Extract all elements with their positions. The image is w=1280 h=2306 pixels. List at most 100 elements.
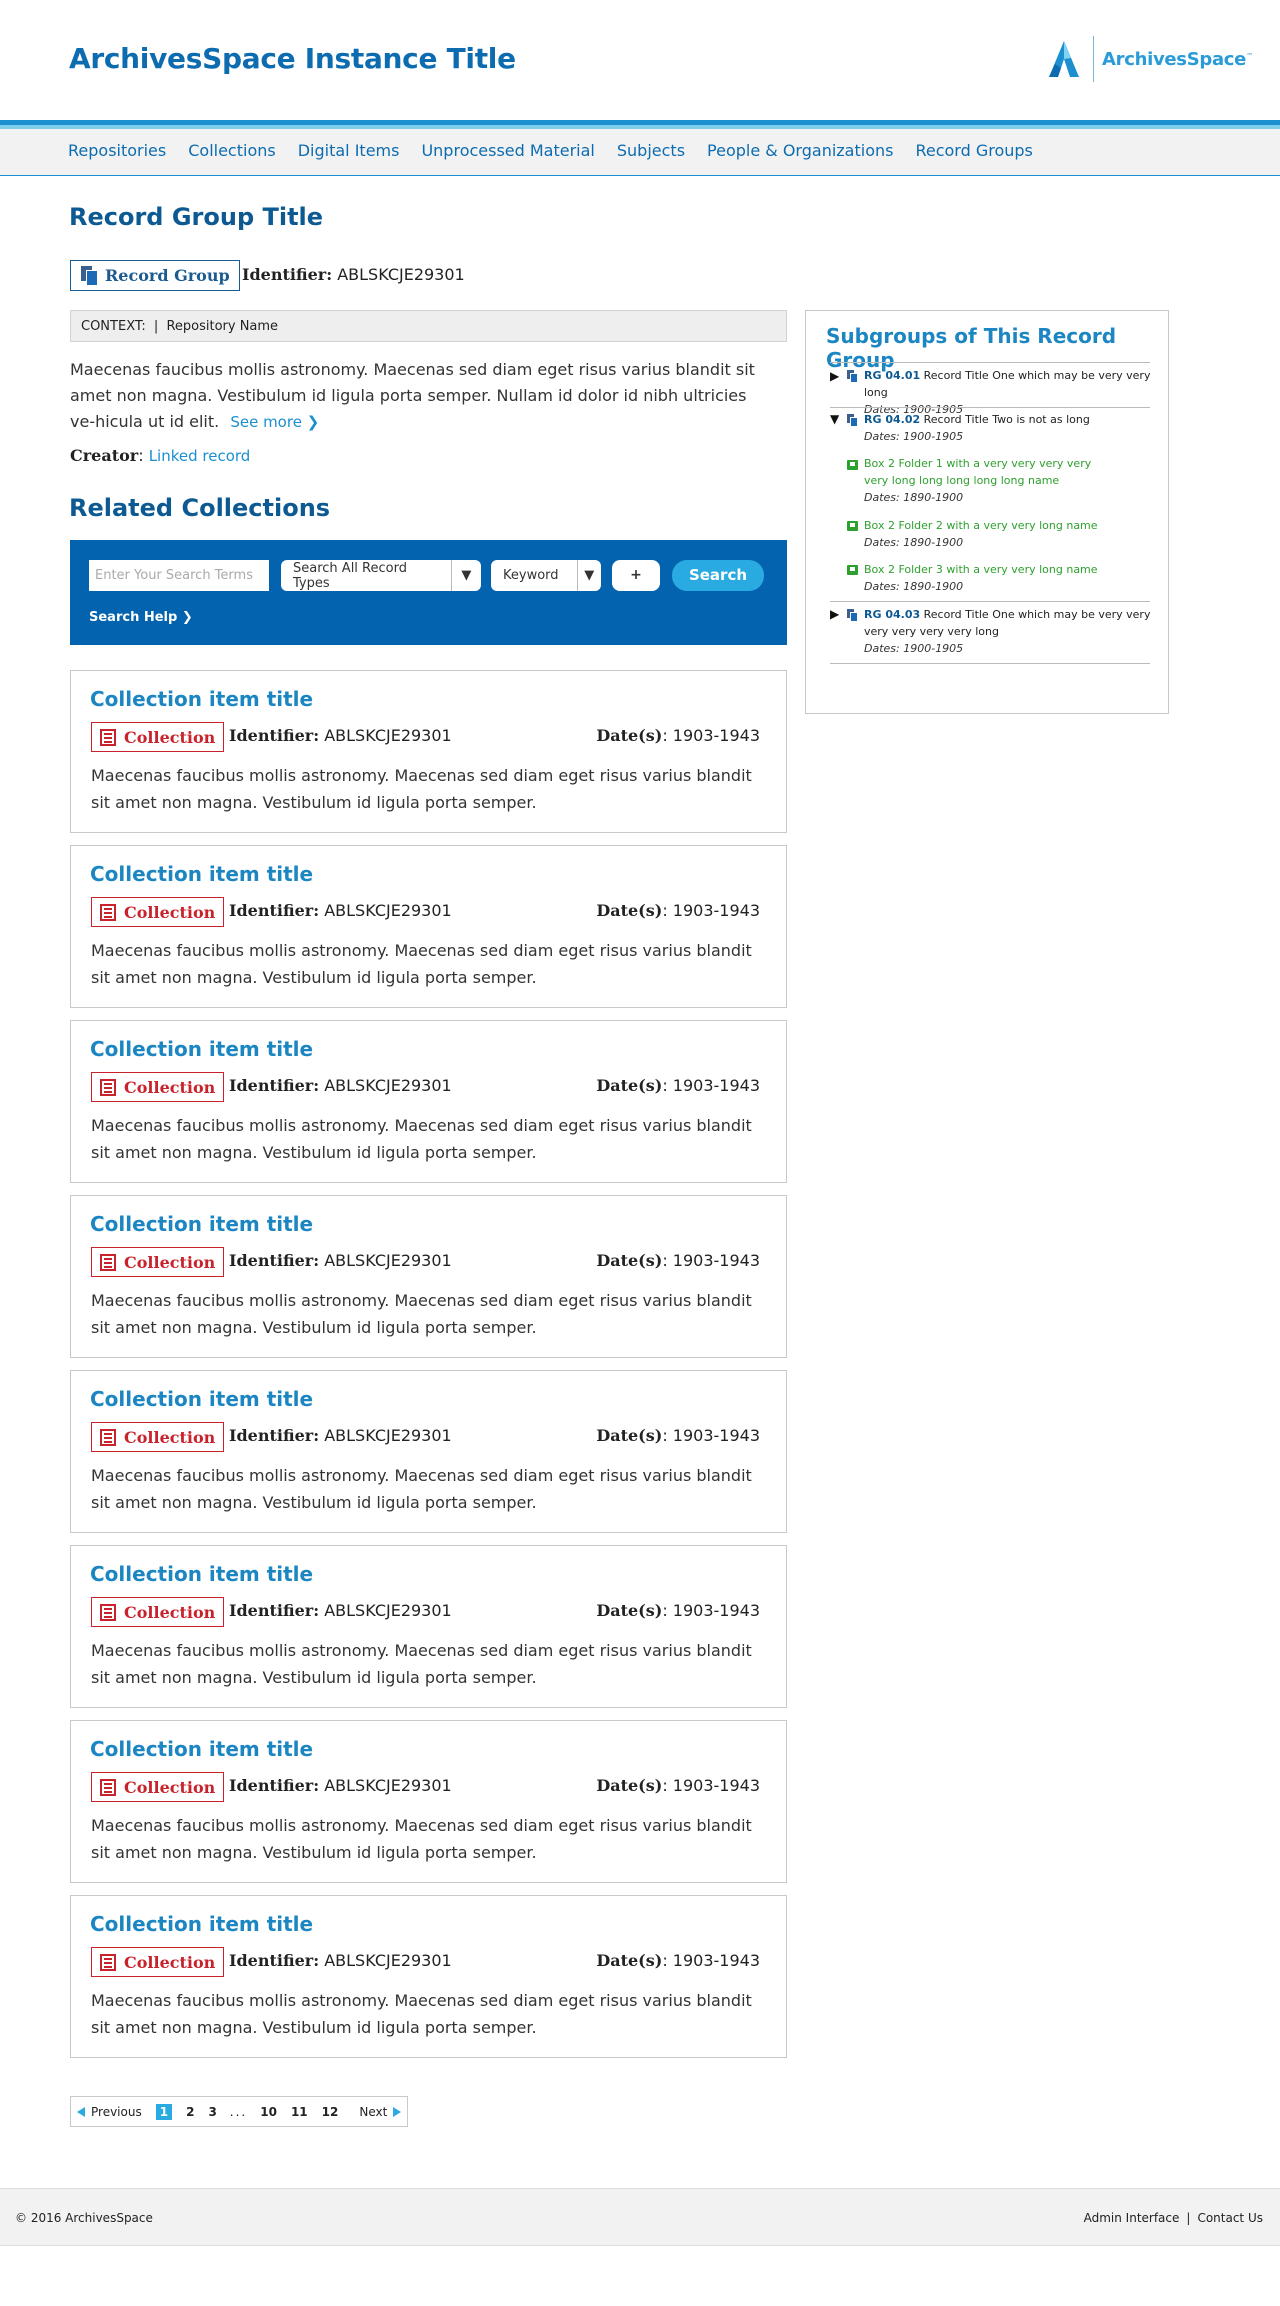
page-2[interactable]: 2 xyxy=(186,2105,194,2119)
record-description: Maecenas faucibus mollis astronomy. Maec… xyxy=(70,357,770,435)
tree-node-box-2-folder-1[interactable]: Box 2 Folder 1 with a very very very ver… xyxy=(864,455,1104,506)
tree-node-rg-04-02[interactable]: RG 04.02 Record Title Two is not as long… xyxy=(864,411,1154,445)
collection-identifier: Identifier: ABLSKCJE29301 xyxy=(229,1601,452,1620)
collection-title[interactable]: Collection item title xyxy=(90,687,313,711)
collection-title[interactable]: Collection item title xyxy=(90,1912,313,1936)
page-12[interactable]: 12 xyxy=(322,2105,339,2119)
dates-label: Date(s) xyxy=(596,1951,663,1970)
collection-list-icon xyxy=(100,1953,116,1971)
dates-value: : 1903-1943 xyxy=(662,1776,760,1795)
collection-badge: Collection xyxy=(91,1072,225,1102)
subgroups-sidebar: Subgroups of This Record Group ▶ RG 04.0… xyxy=(805,310,1169,714)
collection-description: Maecenas faucibus mollis astronomy. Maec… xyxy=(91,1291,752,1337)
dates-label: Date(s) xyxy=(596,726,663,745)
collection-title[interactable]: Collection item title xyxy=(90,1562,313,1586)
collection-title[interactable]: Collection item title xyxy=(90,1212,313,1236)
chevron-down-icon: ▼ xyxy=(576,560,601,591)
nav-subjects[interactable]: Subjects xyxy=(617,141,685,160)
dates-label: Date(s) xyxy=(596,1251,663,1270)
tree-node-box-2-folder-3[interactable]: Box 2 Folder 3 with a very very long nam… xyxy=(864,561,1134,595)
previous-page-button[interactable]: Previous xyxy=(77,2105,142,2119)
record-group-badge-label: Record Group xyxy=(105,266,230,285)
record-group-icon xyxy=(847,370,857,382)
dates-value: : 1903-1943 xyxy=(662,1251,760,1270)
previous-label: Previous xyxy=(91,2104,142,2119)
page-3[interactable]: 3 xyxy=(208,2105,216,2119)
identifier-value: ABLSKCJE29301 xyxy=(324,901,452,920)
page-11[interactable]: 11 xyxy=(291,2105,308,2119)
dates-label: Date(s) xyxy=(596,1426,663,1445)
nav-collections[interactable]: Collections xyxy=(188,141,275,160)
collection-title[interactable]: Collection item title xyxy=(90,1387,313,1411)
dates-label: Date(s) xyxy=(596,1776,663,1795)
subgroups-title: Subgroups of This Record Group xyxy=(826,324,1117,372)
collection-title[interactable]: Collection item title xyxy=(90,1037,313,1061)
collapse-toggle-icon[interactable]: ▼ xyxy=(830,412,839,426)
identifier-value: ABLSKCJE29301 xyxy=(324,1251,452,1270)
record-identifier: Identifier: ABLSKCJE29301 xyxy=(242,265,465,284)
collection-dates: Date(s): 1903-1943 xyxy=(596,1951,760,1970)
collection-card[interactable]: Collection item title Collection Identifie… xyxy=(70,670,787,833)
collection-card[interactable]: Collection item title Collection Identifie… xyxy=(70,1895,787,2058)
record-group-badge: Record Group xyxy=(70,260,240,291)
search-field-select[interactable]: Keyword ▼ xyxy=(491,560,601,591)
page-10[interactable]: 10 xyxy=(260,2105,277,2119)
nav-record-groups[interactable]: Record Groups xyxy=(915,141,1032,160)
collection-dates: Date(s): 1903-1943 xyxy=(596,901,760,920)
creator-link[interactable]: Linked record xyxy=(149,447,251,465)
expand-toggle-icon[interactable]: ▶ xyxy=(830,369,839,383)
chevron-down-icon: ▼ xyxy=(450,560,481,591)
collection-identifier: Identifier: ABLSKCJE29301 xyxy=(229,1426,452,1445)
collection-badge: Collection xyxy=(91,1947,225,1977)
tree-node-dates: Dates: 1890-1900 xyxy=(864,491,964,504)
collection-list-icon xyxy=(100,1253,116,1271)
record-type-select[interactable]: Search All Record Types ▼ xyxy=(281,560,481,591)
collection-identifier: Identifier: ABLSKCJE29301 xyxy=(229,901,452,920)
site-title[interactable]: ArchivesSpace Instance Title xyxy=(69,42,516,75)
collection-list-icon xyxy=(100,728,116,746)
add-search-row-button[interactable]: + xyxy=(612,560,660,591)
identifier-value: ABLSKCJE29301 xyxy=(337,265,465,284)
collection-title[interactable]: Collection item title xyxy=(90,862,313,886)
collection-badge-label: Collection xyxy=(124,1777,216,1797)
page-1[interactable]: 1 xyxy=(155,2103,173,2120)
collection-card[interactable]: Collection item title Collection Identifie… xyxy=(70,1020,787,1183)
tree-node-box-2-folder-2[interactable]: Box 2 Folder 2 with a very very long nam… xyxy=(864,517,1134,551)
collection-card[interactable]: Collection item title Collection Identifie… xyxy=(70,1720,787,1883)
box-icon xyxy=(847,521,858,531)
tree-node-rg-04-03[interactable]: RG 04.03 Record Title One which may be v… xyxy=(864,606,1154,657)
collection-title[interactable]: Collection item title xyxy=(90,1737,313,1761)
search-input[interactable] xyxy=(89,560,269,591)
description-text: Maecenas faucibus mollis astronomy. Maec… xyxy=(70,360,755,431)
collection-list-icon xyxy=(100,903,116,921)
collection-card[interactable]: Collection item title Collection Identifie… xyxy=(70,1545,787,1708)
footer-links: Admin Interface | Contact Us xyxy=(1084,2211,1263,2225)
archivesspace-logo[interactable]: ArchivesSpace™ xyxy=(1045,34,1253,84)
next-page-button[interactable]: Next xyxy=(359,2105,402,2119)
tree-node-title: Box 2 Folder 1 with a very very very ver… xyxy=(864,457,1092,487)
pagination: Previous 1 2 3 ... 10 11 12 Next xyxy=(70,2096,409,2127)
nav-repositories[interactable]: Repositories xyxy=(68,141,166,160)
contact-us-link[interactable]: Contact Us xyxy=(1197,2211,1263,2225)
nav-unprocessed-material[interactable]: Unprocessed Material xyxy=(421,141,594,160)
record-group-icon xyxy=(847,609,857,621)
logo-divider xyxy=(1093,36,1094,82)
context-repository[interactable]: Repository Name xyxy=(166,319,278,334)
expand-toggle-icon[interactable]: ▶ xyxy=(830,607,839,621)
creator-row: Creator: Linked record xyxy=(70,446,250,465)
see-more-link[interactable]: See more ❯ xyxy=(230,413,319,431)
collection-description: Maecenas faucibus mollis astronomy. Maec… xyxy=(91,1816,752,1862)
collection-card[interactable]: Collection item title Collection Identifie… xyxy=(70,1370,787,1533)
site-footer: © 2016 ArchivesSpace Admin Interface | C… xyxy=(0,2188,1280,2246)
search-help-link[interactable]: Search Help ❯ xyxy=(89,610,193,625)
context-separator: | xyxy=(153,319,159,334)
collection-card[interactable]: Collection item title Collection Identifie… xyxy=(70,845,787,1008)
admin-interface-link[interactable]: Admin Interface xyxy=(1084,2211,1180,2225)
search-button[interactable]: Search xyxy=(672,560,764,591)
collection-identifier: Identifier: ABLSKCJE29301 xyxy=(229,1251,452,1270)
identifier-label: Identifier: xyxy=(242,265,333,284)
pagination-ellipsis: ... xyxy=(229,2104,248,2119)
nav-digital-items[interactable]: Digital Items xyxy=(298,141,400,160)
nav-people-organizations[interactable]: People & Organizations xyxy=(707,141,893,160)
collection-card[interactable]: Collection item title Collection Identifie… xyxy=(70,1195,787,1358)
